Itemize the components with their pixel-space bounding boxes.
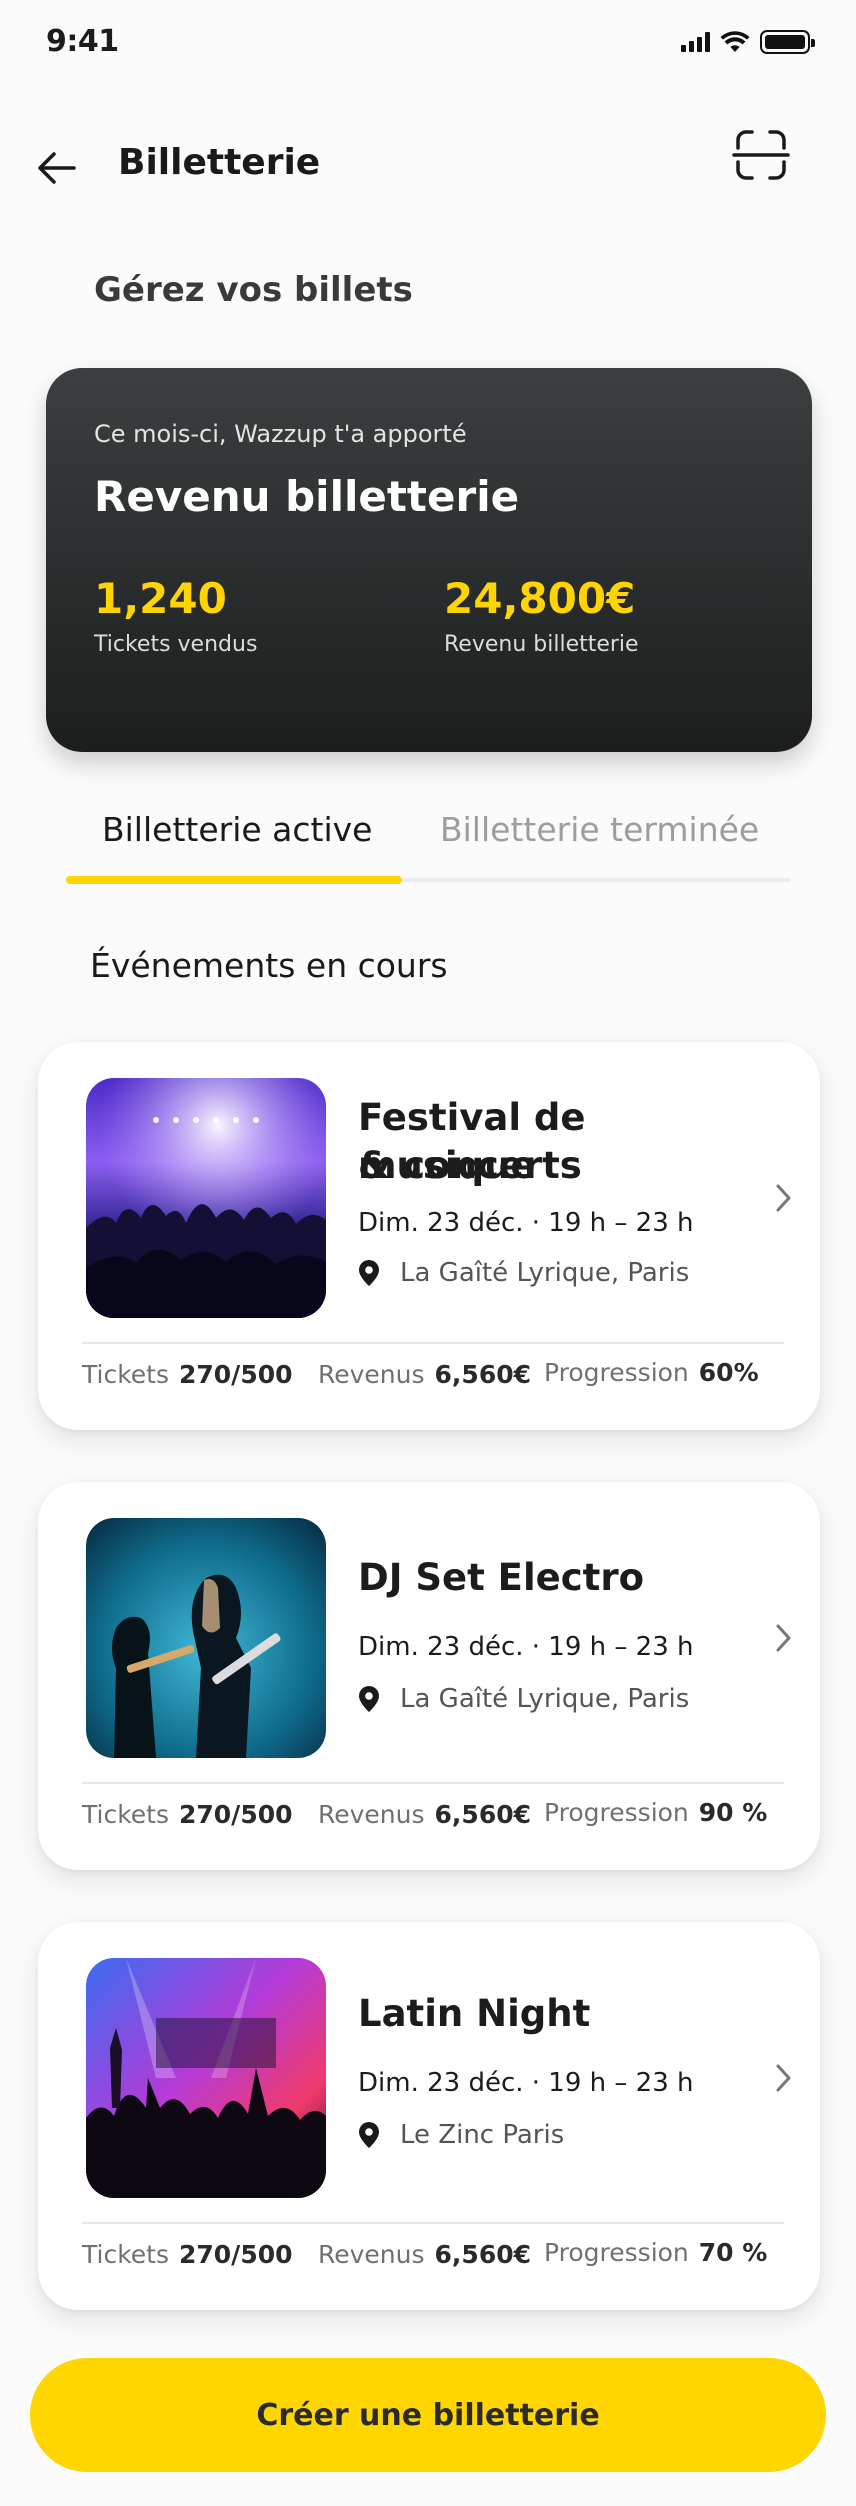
page-title: Billetterie — [118, 142, 321, 183]
event-divider — [82, 1782, 784, 1784]
event-revenue-stat: Revenus 6,560€ — [318, 1800, 531, 1829]
event-image-festival — [86, 1078, 326, 1318]
location-pin-icon — [359, 1686, 379, 1712]
tab-finished-ticketing[interactable]: Billetterie terminée — [440, 810, 759, 849]
revenue-card-subtitle: Ce mois-ci, Wazzup t'a apporté — [94, 420, 467, 448]
progress-label: Progression — [544, 2238, 689, 2267]
revenue-value: 6,560€ — [434, 1360, 532, 1389]
event-location: La Gaîté Lyrique, Paris — [358, 1258, 689, 1288]
event-revenue-stat: Revenus 6,560€ — [318, 1360, 531, 1389]
progress-value: 60% — [698, 1358, 759, 1387]
event-location: Le Zinc Paris — [358, 2120, 564, 2150]
event-tickets-stat: Tickets 270/500 — [82, 2240, 293, 2269]
status-time: 9:41 — [46, 24, 119, 59]
revenue-value: 6,560€ — [434, 1800, 532, 1829]
revenue-summary-card: Ce mois-ci, Wazzup t'a apporté Revenu bi… — [46, 368, 812, 752]
event-tickets-stat: Tickets 270/500 — [82, 1800, 293, 1829]
event-image-dj-set — [86, 1518, 326, 1758]
progress-label: Progression — [544, 1798, 689, 1827]
tickets-value: 270/500 — [179, 1360, 293, 1389]
event-card-dj-set[interactable]: DJ Set Electro Dim. 23 déc. · 19 h – 23 … — [38, 1482, 820, 1870]
tickets-value: 270/500 — [179, 2240, 293, 2269]
event-location-text: La Gaîté Lyrique, Paris — [400, 1684, 690, 1714]
chevron-right-icon — [776, 1624, 791, 1652]
event-progress-stat: Progression 70 % — [544, 2238, 767, 2267]
chevron-right-icon — [776, 1184, 791, 1212]
event-revenue-stat: Revenus 6,560€ — [318, 2240, 531, 2269]
revenue-value: 6,560€ — [434, 2240, 532, 2269]
event-location: La Gaîté Lyrique, Paris — [358, 1684, 689, 1714]
tab-active-indicator — [66, 876, 402, 884]
status-icons — [681, 30, 815, 54]
event-divider — [82, 2222, 784, 2224]
location-pin-icon — [359, 2122, 379, 2148]
tickets-sold-label: Tickets vendus — [94, 632, 258, 657]
wifi-icon — [720, 31, 750, 52]
event-card-latin-night[interactable]: Latin Night Dim. 23 déc. · 19 h – 23 h L… — [38, 1922, 820, 2310]
revenue-label: Revenus — [318, 1360, 425, 1389]
create-ticketing-button[interactable]: Créer une billetterie — [30, 2358, 826, 2472]
revenue-label: Revenus — [318, 1800, 425, 1829]
event-date: Dim. 23 déc. · 19 h – 23 h — [358, 1208, 694, 1238]
tickets-sold-value: 1,240 — [94, 574, 227, 623]
scan-ticket-button[interactable] — [732, 130, 790, 180]
event-progress-stat: Progression 90 % — [544, 1798, 767, 1827]
event-tickets-stat: Tickets 270/500 — [82, 1360, 293, 1389]
progress-value: 90 % — [698, 1798, 768, 1827]
progress-label: Progression — [544, 1358, 689, 1387]
event-date: Dim. 23 déc. · 19 h – 23 h — [358, 2068, 694, 2098]
tickets-label: Tickets — [82, 1360, 169, 1389]
event-image-latin-night — [86, 1958, 326, 2198]
scan-icon — [732, 130, 790, 180]
revenue-label: Revenu billetterie — [444, 632, 639, 657]
event-date: Dim. 23 déc. · 19 h – 23 h — [358, 1632, 694, 1662]
back-button[interactable] — [34, 146, 82, 190]
chevron-right-icon — [776, 2064, 791, 2092]
event-title: Latin Night — [358, 1992, 591, 2035]
revenue-value: 24,800€ — [444, 574, 636, 623]
events-heading: Événements en cours — [90, 946, 448, 985]
event-divider — [82, 1342, 784, 1344]
tickets-label: Tickets — [82, 1800, 169, 1829]
event-card-festival[interactable]: Festival de musique & concerts Dim. 23 d… — [38, 1042, 820, 1430]
tickets-value: 270/500 — [179, 1800, 293, 1829]
cellular-signal-icon — [681, 32, 710, 52]
event-location-text: Le Zinc Paris — [400, 2120, 565, 2150]
revenue-label: Revenus — [318, 2240, 425, 2269]
section-heading: Gérez vos billets — [94, 270, 413, 310]
event-location-text: La Gaîté Lyrique, Paris — [400, 1258, 690, 1288]
event-progress-stat: Progression 60% — [544, 1358, 759, 1387]
progress-value: 70 % — [698, 2238, 768, 2267]
event-title-line2: & concerts — [358, 1144, 582, 1187]
location-pin-icon — [359, 1260, 379, 1286]
event-title: DJ Set Electro — [358, 1556, 645, 1599]
arrow-left-icon — [38, 152, 76, 184]
revenue-card-title: Revenu billetterie — [94, 472, 520, 521]
tab-active-ticketing[interactable]: Billetterie active — [102, 810, 372, 849]
battery-icon — [760, 30, 815, 54]
tickets-label: Tickets — [82, 2240, 169, 2269]
